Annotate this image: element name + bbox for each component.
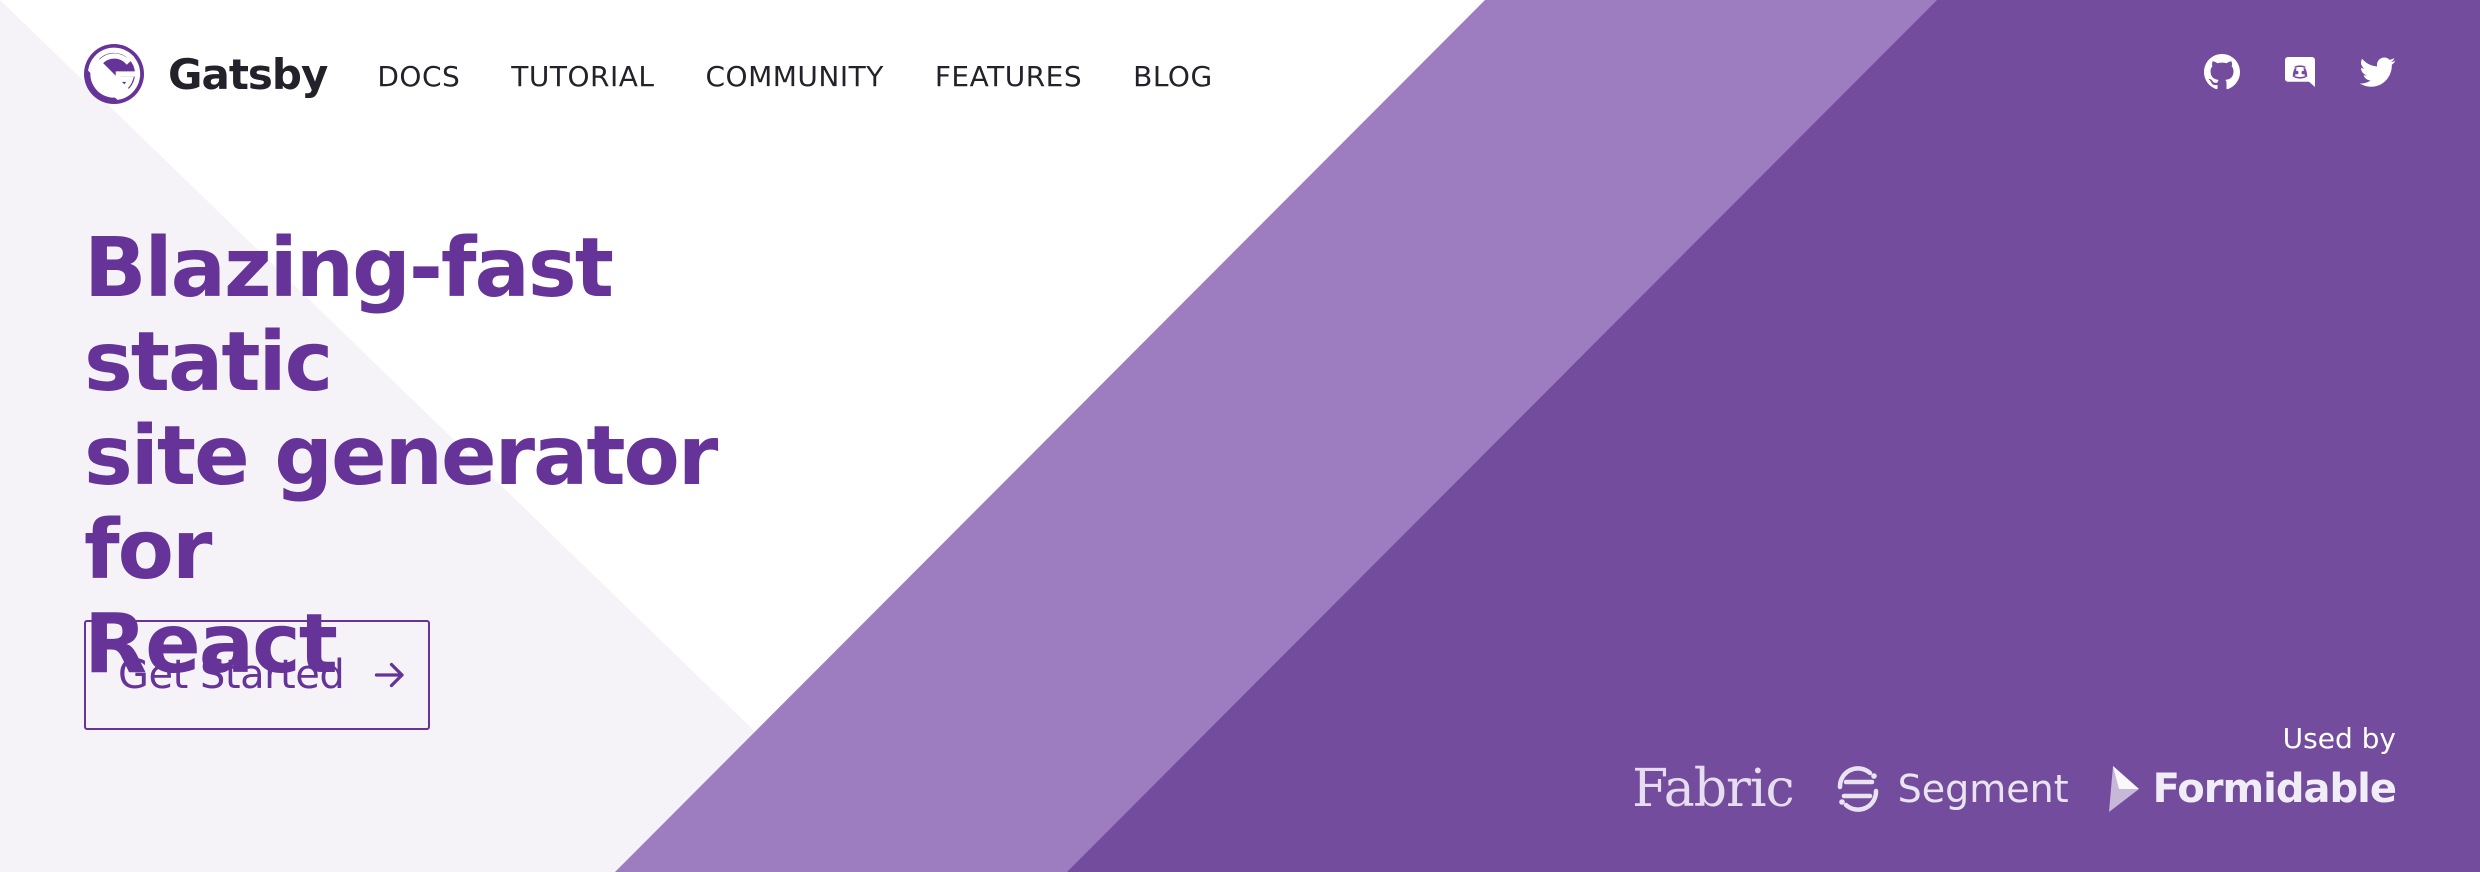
nav-links: DOCS TUTORIAL COMMUNITY FEATURES BLOG (377, 60, 1263, 93)
nav-link-docs[interactable]: DOCS (377, 60, 460, 93)
nav-link-features[interactable]: FEATURES (935, 60, 1082, 93)
gatsby-logo-icon (84, 44, 144, 104)
nav-link-blog[interactable]: BLOG (1133, 60, 1213, 93)
brand-segment: Segment (1832, 763, 2069, 815)
gatsby-home-link[interactable]: Gatsby (84, 44, 328, 104)
get-started-button[interactable]: Get Started (84, 620, 430, 730)
discord-icon[interactable] (2282, 54, 2318, 90)
social-links (2162, 54, 2396, 90)
brand-fabric: Fabric (1632, 759, 1794, 819)
twitter-icon[interactable] (2360, 54, 2396, 90)
github-icon[interactable] (2204, 54, 2240, 90)
brand-name: Gatsby (168, 49, 328, 99)
nav-link-community[interactable]: COMMUNITY (706, 60, 884, 93)
hero-title-line: site generator for (84, 409, 718, 598)
get-started-label: Get Started (118, 652, 345, 698)
nav-link-tutorial[interactable]: TUTORIAL (511, 60, 654, 93)
formidable-logo-icon (2108, 766, 2139, 812)
brand-formidable: Formidable (2107, 764, 2397, 814)
used-by-brands: Fabric Segment Formidable (1632, 756, 2397, 822)
fabric-logo-text: Fabric (1632, 759, 1794, 819)
segment-logo-text: Segment (1897, 767, 2069, 811)
hero-title-line: Blazing-fast static (84, 221, 614, 410)
segment-logo-icon (1837, 766, 1878, 812)
top-nav: Gatsby DOCS TUTORIAL COMMUNITY FEATURES … (84, 40, 1264, 108)
used-by-label: Used by (2282, 722, 2396, 755)
formidable-logo-text: Formidable (2152, 766, 2397, 812)
arrow-right-icon (375, 662, 404, 688)
